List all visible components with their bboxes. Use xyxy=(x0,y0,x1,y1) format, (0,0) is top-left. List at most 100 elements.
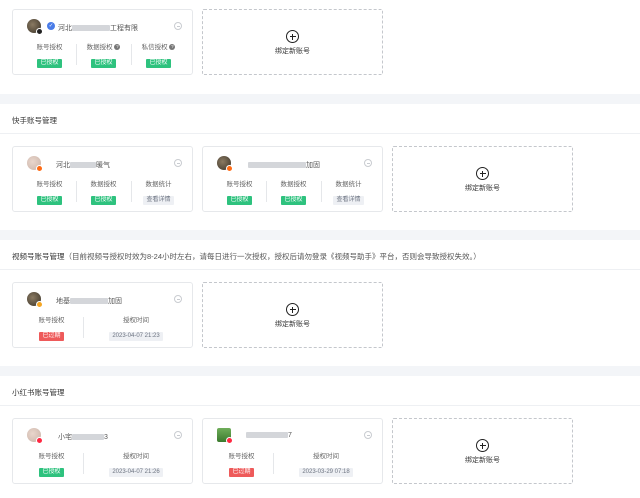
help-icon[interactable]: ? xyxy=(169,44,176,50)
auth-time-value: 2023-04-07 21:26 xyxy=(109,468,163,477)
status-badge: 已授权 xyxy=(281,196,306,205)
stat-account-auth: 账号授权 已授权 xyxy=(29,450,74,478)
status-badge: 已过期 xyxy=(39,332,64,341)
divider xyxy=(266,181,267,202)
stat-label: 数据授权 ? xyxy=(86,44,121,51)
bind-new-account-label: 绑定新账号 xyxy=(275,321,310,328)
account-card-douyin-1: ✓ 河北 工程有限 账号授权 已授权 数据授权 ? 已授权 私信授权 ? 已授权 xyxy=(12,9,193,75)
stat-label: 授权时间 xyxy=(313,453,339,460)
stat-label: 私信授权 ? xyxy=(141,44,176,51)
account-name: 地基 加固 xyxy=(56,298,122,305)
plus-circle-icon xyxy=(286,30,299,43)
status-badge: 已授权 xyxy=(39,468,64,477)
stat-label: 数据授权 xyxy=(280,181,307,188)
bind-new-account-button[interactable]: 绑定新账号 xyxy=(392,146,573,212)
stat-data-statistics: 数据统计 查看详情 xyxy=(136,178,181,206)
bind-new-account-button[interactable]: 绑定新账号 xyxy=(202,282,383,348)
stat-auth-time: 授权时间 2023-04-07 21:26 xyxy=(95,450,177,478)
unbind-icon[interactable] xyxy=(174,22,182,30)
auth-time-value: 2023-04-07 21:23 xyxy=(109,332,163,341)
stat-account-auth: 账号授权 已授权 xyxy=(27,178,72,206)
kuaishou-badge-icon xyxy=(36,165,43,172)
bind-new-account-label: 绑定新账号 xyxy=(465,185,500,192)
xiaohongshu-badge-icon xyxy=(226,437,233,444)
status-badge: 已授权 xyxy=(37,196,62,205)
section-header: 视频号账号管理（目前视频号授权时效为8-24小时左右，请每日进行一次授权，授权后… xyxy=(0,240,640,270)
section-note: （目前视频号授权时效为8-24小时左右，请每日进行一次授权，授权后请勿登录《视频… xyxy=(64,252,481,261)
status-badge: 已过期 xyxy=(229,468,254,477)
video-channel-section: 视频号账号管理（目前视频号授权时效为8-24小时左右，请每日进行一次授权，授权后… xyxy=(0,240,640,366)
stat-label: 账号授权 xyxy=(226,181,253,188)
stat-label: 账号授权 xyxy=(36,44,63,51)
stat-data-auth: 数据授权 已授权 xyxy=(81,178,126,206)
plus-circle-icon xyxy=(476,167,489,180)
stat-label: 账号授权 xyxy=(38,317,65,324)
section-header: 快手账号管理 xyxy=(0,104,640,134)
status-badge: 已授权 xyxy=(146,59,171,68)
stat-label: 账号授权 xyxy=(36,181,63,188)
divider xyxy=(83,317,84,338)
divider xyxy=(131,181,132,202)
view-details-button[interactable]: 查看详情 xyxy=(333,196,364,205)
status-badge: 已授权 xyxy=(227,196,252,205)
plus-circle-icon xyxy=(286,303,299,316)
bind-new-account-button[interactable]: 绑定新账号 xyxy=(202,9,383,75)
divider xyxy=(321,181,322,202)
stat-label: 数据统计 xyxy=(335,181,362,188)
account-name: 7 xyxy=(246,432,292,439)
unbind-icon[interactable] xyxy=(174,159,182,167)
plus-circle-icon xyxy=(476,439,489,452)
view-details-button[interactable]: 查看详情 xyxy=(143,196,174,205)
stat-label: 授权时间 xyxy=(123,317,149,324)
account-card-xhs-2: 7 账号授权 已过期 授权时间 2023-03-29 07:18 xyxy=(202,418,383,484)
xiaohongshu-section: 小红书账号管理 小宅 3 账号授权 已授权 授权时间 2023-04-07 21:… xyxy=(0,376,640,498)
unbind-icon[interactable] xyxy=(174,431,182,439)
xiaohongshu-badge-icon xyxy=(36,437,43,444)
section-title: 快手账号管理 xyxy=(12,116,57,125)
stat-data-auth: 数据授权 已授权 xyxy=(271,178,316,206)
account-card-video-1: 地基 加固 账号授权 已过期 授权时间 2023-04-07 21:23 xyxy=(12,282,193,348)
account-name: 加固 xyxy=(248,160,320,170)
stat-label: 数据授权 xyxy=(90,181,117,188)
divider xyxy=(76,181,77,202)
unbind-icon[interactable] xyxy=(364,159,372,167)
stat-data-auth: 数据授权 ? 已授权 xyxy=(81,41,126,69)
auth-time-value: 2023-03-29 07:18 xyxy=(299,468,353,477)
unbind-icon[interactable] xyxy=(364,431,372,439)
status-badge: 已授权 xyxy=(37,59,62,68)
divider xyxy=(131,44,132,65)
kuaishou-badge-icon xyxy=(226,165,233,172)
account-card-xhs-1: 小宅 3 账号授权 已授权 授权时间 2023-04-07 21:26 xyxy=(12,418,193,484)
kuaishou-section: 快手账号管理 河北 暖气 账号授权 已授权 数据授权 已授权 数据统计 查看详情 … xyxy=(0,104,640,230)
account-card-kuaishou-2: 加固 账号授权 已授权 数据授权 已授权 数据统计 查看详情 xyxy=(202,146,383,212)
section-title: 小红书账号管理 xyxy=(12,388,65,397)
stat-message-auth: 私信授权 ? 已授权 xyxy=(136,41,181,69)
help-icon[interactable]: ? xyxy=(114,44,121,50)
status-badge: 已授权 xyxy=(91,59,116,68)
stat-label: 数据统计 xyxy=(145,181,172,188)
divider xyxy=(76,44,77,65)
unbind-icon[interactable] xyxy=(174,295,182,303)
bind-new-account-button[interactable]: 绑定新账号 xyxy=(392,418,573,484)
stat-label: 授权时间 xyxy=(123,453,149,460)
bind-new-account-label: 绑定新账号 xyxy=(275,48,310,55)
account-name: 河北 工程有限 xyxy=(58,25,138,32)
stat-data-statistics: 数据统计 查看详情 xyxy=(326,178,371,206)
douyin-badge-icon xyxy=(36,28,43,35)
account-name: 小宅 3 xyxy=(58,434,108,441)
stat-label: 账号授权 xyxy=(38,453,65,460)
stat-account-auth: 账号授权 已过期 xyxy=(29,314,74,342)
account-card-kuaishou-1: 河北 暖气 账号授权 已授权 数据授权 已授权 数据统计 查看详情 xyxy=(12,146,193,212)
stat-account-auth: 账号授权 已授权 xyxy=(217,178,262,206)
section-header: 小红书账号管理 xyxy=(0,376,640,406)
status-badge: 已授权 xyxy=(91,196,116,205)
stat-account-auth: 账号授权 已过期 xyxy=(219,450,264,478)
stat-auth-time: 授权时间 2023-03-29 07:18 xyxy=(285,450,367,478)
stat-label: 账号授权 xyxy=(228,453,255,460)
douyin-section: ✓ 河北 工程有限 账号授权 已授权 数据授权 ? 已授权 私信授权 ? 已授权 … xyxy=(0,0,640,94)
verified-icon: ✓ xyxy=(47,22,55,30)
stat-auth-time: 授权时间 2023-04-07 21:23 xyxy=(95,314,177,342)
divider xyxy=(83,453,84,474)
section-title: 视频号账号管理（目前视频号授权时效为8-24小时左右，请每日进行一次授权，授权后… xyxy=(12,252,481,261)
stat-account-auth: 账号授权 已授权 xyxy=(27,41,72,69)
